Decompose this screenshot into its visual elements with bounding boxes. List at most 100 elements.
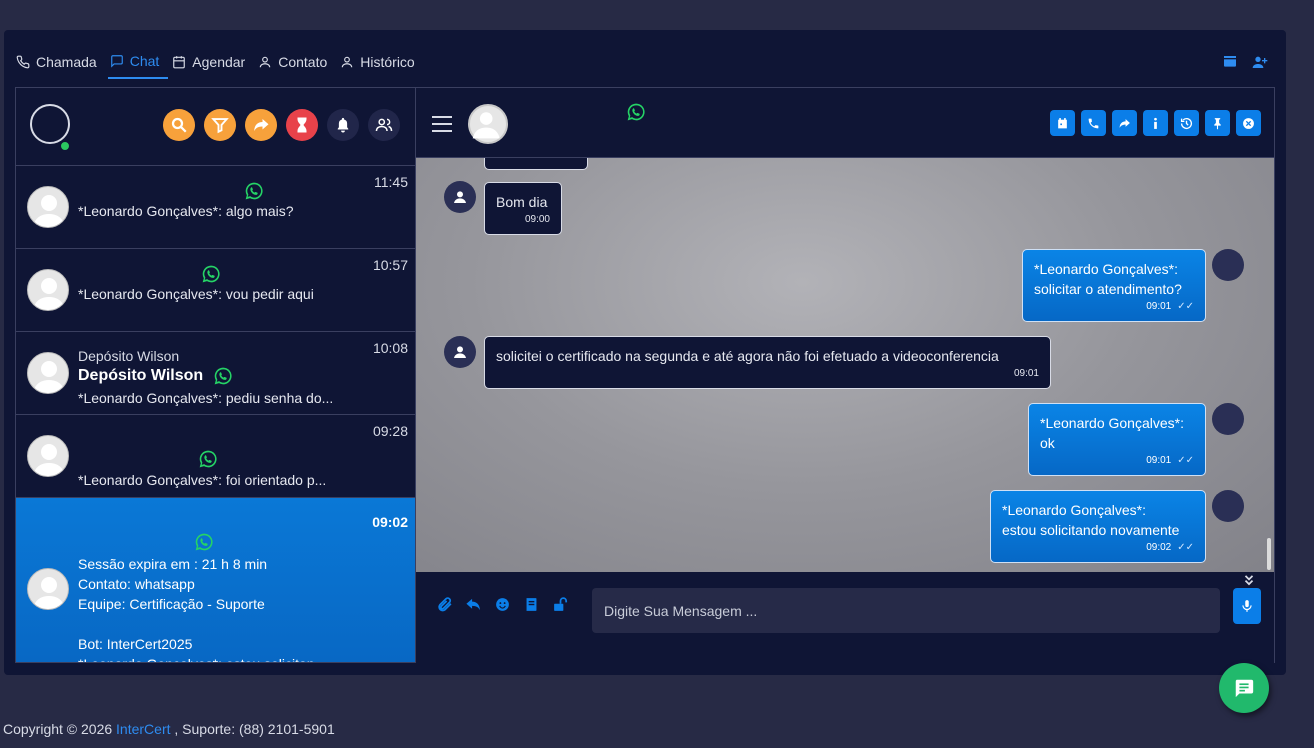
conversation-time: 09:02 <box>372 514 408 530</box>
chat-header <box>416 88 1274 158</box>
paperclip-icon[interactable] <box>436 596 453 613</box>
pin-icon <box>1214 117 1221 129</box>
agent-avatar <box>1212 403 1244 435</box>
chevron-double-down-icon[interactable] <box>1242 573 1256 587</box>
hourglass-icon <box>297 117 307 133</box>
emoji-icon[interactable] <box>494 596 511 613</box>
add-user-icon[interactable] <box>1252 54 1268 70</box>
reply-icon[interactable] <box>465 596 482 613</box>
filter-button[interactable] <box>204 109 236 141</box>
chat-icon <box>110 55 123 68</box>
message-text: *Leonardo Gonçalves*: <box>1040 415 1184 431</box>
tab-chat[interactable]: Chat <box>107 45 169 79</box>
footer: Copyright © 2026 InterCert , Suporte: (8… <box>3 721 335 737</box>
tab-label: Agendar <box>192 54 246 70</box>
tab-contato[interactable]: Contato <box>256 45 336 79</box>
tab-agendar[interactable]: Agendar <box>170 45 254 79</box>
composer-tools <box>436 596 569 613</box>
user-icon <box>259 56 271 68</box>
whatsapp-icon <box>627 103 645 121</box>
chat-action-bar <box>1050 110 1261 136</box>
close-icon <box>1243 117 1254 129</box>
message-text: estou solicitando novamente <box>1002 522 1180 538</box>
notifications-button[interactable] <box>327 109 359 141</box>
tab-historico[interactable]: Histórico <box>338 45 423 79</box>
conversation-item[interactable]: 09:28 *Leonardo Gonçalves*: foi orientad… <box>16 415 415 498</box>
whatsapp-icon <box>245 182 263 200</box>
tab-chamada[interactable]: Chamada <box>14 45 106 79</box>
unlock-icon[interactable] <box>552 596 569 613</box>
avatar[interactable] <box>468 104 508 144</box>
default-avatar-icon <box>33 577 65 609</box>
message-time: 09:02 <box>1146 542 1172 553</box>
forward-button[interactable] <box>245 109 277 141</box>
conversation-item[interactable]: 11:45 *Leonardo Gonçalves*: algo mais? <box>16 166 415 249</box>
pin-button[interactable] <box>1205 110 1230 136</box>
conversation-item-active[interactable]: 09:02 Sessão expira em : 21 h 8 min Cont… <box>16 498 415 662</box>
wallet-icon[interactable] <box>1222 54 1238 70</box>
users-icon <box>375 118 393 132</box>
message-text: Bom dia <box>496 194 548 210</box>
avatar <box>27 352 69 394</box>
footer-copyright: Copyright © 2026 <box>3 721 117 737</box>
conversation-time: 10:08 <box>372 340 408 356</box>
forward-icon <box>254 119 269 131</box>
calendar-icon <box>1058 117 1067 128</box>
contact-channel: Contato: whatsapp <box>78 576 195 592</box>
message-text: ok <box>1040 435 1055 451</box>
contact-display-name: Depósito Wilson <box>78 367 204 384</box>
record-audio-button[interactable] <box>1233 588 1261 624</box>
message-time-row: 09:02 ✓✓ <box>1002 542 1194 554</box>
message-time: 09:01 <box>1013 368 1039 379</box>
conversation-item[interactable]: 10:57 *Leonardo Gonçalves*: vou pedir aq… <box>16 249 415 332</box>
last-message: *Leonardo Gonçalves*: foi orientado p... <box>78 472 327 488</box>
message-text: solicitar o atendimento? <box>1034 281 1182 297</box>
message-bubble-partial <box>484 158 588 170</box>
message-text: *Leonardo Gonçalves*: <box>1002 502 1146 518</box>
bell-icon <box>337 117 349 133</box>
avatar[interactable] <box>30 104 70 144</box>
conversation-item[interactable]: Depósito Wilson Depósito Wilson 10:08 *L… <box>16 332 415 415</box>
menu-icon[interactable] <box>432 116 452 137</box>
forward-icon <box>1119 118 1130 128</box>
call-button[interactable] <box>1081 110 1106 136</box>
tab-label: Chamada <box>36 54 97 70</box>
agent-avatar <box>1212 490 1244 522</box>
book-icon[interactable] <box>523 596 540 613</box>
message-scrollbar[interactable] <box>1267 538 1271 570</box>
message-text: *Leonardo Gonçalves*: <box>1034 261 1178 277</box>
schedule-button[interactable] <box>1050 110 1075 136</box>
close-chat-button[interactable] <box>1236 110 1261 136</box>
default-avatar-icon <box>33 361 65 393</box>
default-avatar-icon <box>33 278 65 310</box>
message-text: solicitei o certificado na segunda e até… <box>496 348 999 364</box>
contact-avatar <box>444 181 476 213</box>
agent-avatar <box>1212 249 1244 281</box>
microphone-icon <box>1242 600 1252 612</box>
default-avatar-icon <box>472 112 500 139</box>
info-button[interactable] <box>1143 110 1168 136</box>
hourglass-button[interactable] <box>286 109 318 141</box>
last-message: *Leonardo Gonçalves*: algo mais? <box>78 203 294 219</box>
avatar <box>27 435 69 477</box>
message-bubble-outgoing: *Leonardo Gonçalves*: ok 09:01 ✓✓ <box>1028 403 1206 476</box>
conversation-time: 10:57 <box>372 257 408 273</box>
double-check-icon: ✓✓ <box>1177 455 1194 466</box>
contacts-button[interactable] <box>368 109 400 141</box>
whatsapp-icon <box>199 450 217 468</box>
search-button[interactable] <box>163 109 195 141</box>
avatar <box>27 568 69 610</box>
transfer-button[interactable] <box>1112 110 1137 136</box>
message-composer <box>416 572 1274 663</box>
message-bubble-incoming: solicitei o certificado na segunda e até… <box>484 336 1051 389</box>
message-list: Bom dia 09:00 *Leonardo Gonçalves*: soli… <box>416 158 1274 572</box>
message-time: 09:01 <box>1146 301 1172 312</box>
message-input[interactable] <box>592 588 1220 633</box>
search-icon <box>171 117 187 133</box>
conversation-panel-header <box>16 88 415 166</box>
floating-chat-button[interactable] <box>1219 663 1269 713</box>
footer-brand-link[interactable]: InterCert <box>116 721 170 737</box>
history-button[interactable] <box>1174 110 1199 136</box>
message-bubble-outgoing: *Leonardo Gonçalves*: estou solicitando … <box>990 490 1206 563</box>
person-icon <box>454 191 466 203</box>
